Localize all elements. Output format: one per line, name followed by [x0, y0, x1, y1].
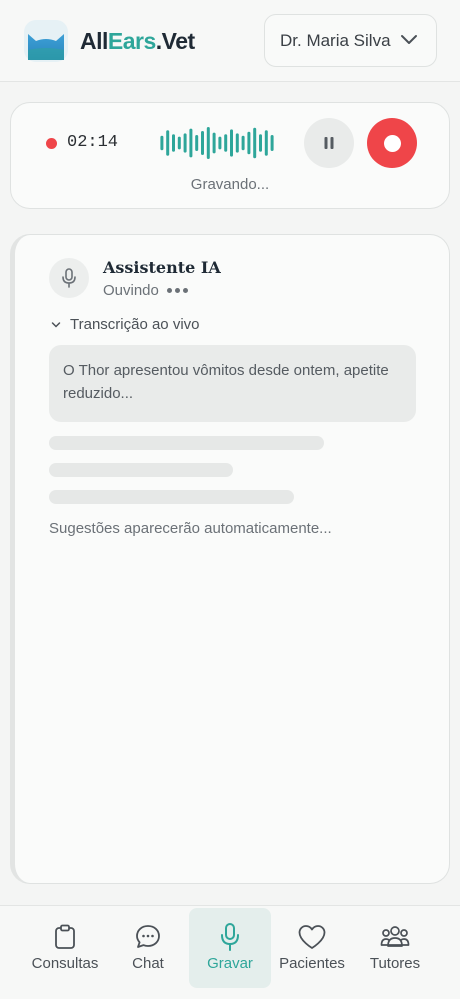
waveform-bar	[235, 133, 239, 153]
waveform-bar	[230, 129, 233, 157]
app-name: AllEars.Vet	[80, 27, 195, 54]
users-icon	[380, 923, 410, 951]
transcript-text: O Thor apresentou vômitos desde ontem, a…	[49, 345, 416, 422]
nav-label: Consultas	[31, 955, 99, 972]
stop-icon	[383, 134, 401, 152]
waveform-bar	[270, 135, 274, 151]
app-logo[interactable]: AllEars.Vet	[24, 20, 195, 62]
assistant-avatar	[49, 258, 89, 298]
pause-icon	[324, 137, 334, 149]
user-name: Dr. Maria Silva	[280, 30, 391, 50]
waveform-bar	[177, 136, 181, 150]
pause-button[interactable]	[304, 118, 354, 168]
assistant-status: Ouvindo	[103, 282, 188, 299]
nav-item-consultas[interactable]: Consultas	[20, 906, 110, 988]
loading-skeleton	[49, 436, 324, 450]
nav-label: Gravar	[207, 955, 253, 972]
clipboard-icon	[53, 923, 77, 951]
cat-logo-icon	[24, 20, 68, 62]
suggestions-placeholder: Sugestões aparecerão automaticamente...	[49, 520, 332, 537]
nav-item-pacientes[interactable]: Pacientes	[274, 906, 350, 988]
typing-dots-icon	[166, 288, 188, 293]
waveform-bar	[160, 135, 164, 151]
waveform-bar	[189, 128, 193, 158]
microphone-icon	[62, 268, 76, 288]
waveform-bar	[259, 134, 262, 152]
assistant-card: Assistente IA Ouvindo Transcrição ao viv…	[10, 234, 450, 884]
nav-label: Chat	[132, 955, 164, 972]
nav-item-tutores[interactable]: Tutores	[358, 906, 432, 988]
microphone-icon	[219, 923, 241, 951]
assistant-name: Assistente IA	[103, 258, 221, 277]
waveform-bar	[183, 133, 187, 153]
audio-waveform	[160, 127, 274, 159]
heart-icon	[297, 923, 327, 951]
recording-status: Gravando...	[190, 176, 270, 193]
waveform-bar	[212, 132, 216, 154]
waveform-bar	[195, 135, 199, 151]
assistant-status-label: Ouvindo	[103, 282, 159, 299]
loading-skeleton	[49, 463, 233, 477]
waveform-bar	[201, 131, 204, 155]
waveform-bar	[172, 134, 175, 152]
waveform-bar	[241, 135, 245, 151]
user-menu-dropdown[interactable]: Dr. Maria Silva	[264, 14, 437, 67]
nav-label: Pacientes	[279, 955, 345, 972]
stop-recording-button[interactable]	[367, 118, 417, 168]
waveform-bar	[218, 136, 222, 150]
bottom-navigation: Consultas Chat Gravar Pacientes Tutores	[0, 905, 460, 999]
waveform-bar	[166, 130, 170, 156]
app-header: AllEars.Vet Dr. Maria Silva	[0, 0, 460, 82]
recording-timer: 02:14	[67, 133, 119, 152]
nav-item-chat[interactable]: Chat	[112, 906, 184, 988]
transcript-label: Transcrição ao vivo	[70, 316, 200, 333]
chevron-down-icon	[51, 321, 61, 328]
chat-bubble-icon	[135, 923, 161, 951]
waveform-bar	[247, 131, 251, 155]
waveform-bar	[224, 134, 228, 152]
nav-item-gravar[interactable]: Gravar	[189, 908, 271, 988]
chevron-down-icon	[400, 32, 418, 52]
loading-skeleton	[49, 490, 294, 504]
waveform-bar	[264, 130, 268, 156]
recorder-card: 02:14 Gravando...	[10, 102, 450, 209]
transcript-toggle[interactable]: Transcrição ao vivo	[51, 316, 200, 333]
nav-label: Tutores	[369, 955, 421, 972]
recording-indicator	[46, 138, 57, 149]
waveform-bar	[206, 127, 210, 159]
waveform-bar	[253, 127, 257, 159]
